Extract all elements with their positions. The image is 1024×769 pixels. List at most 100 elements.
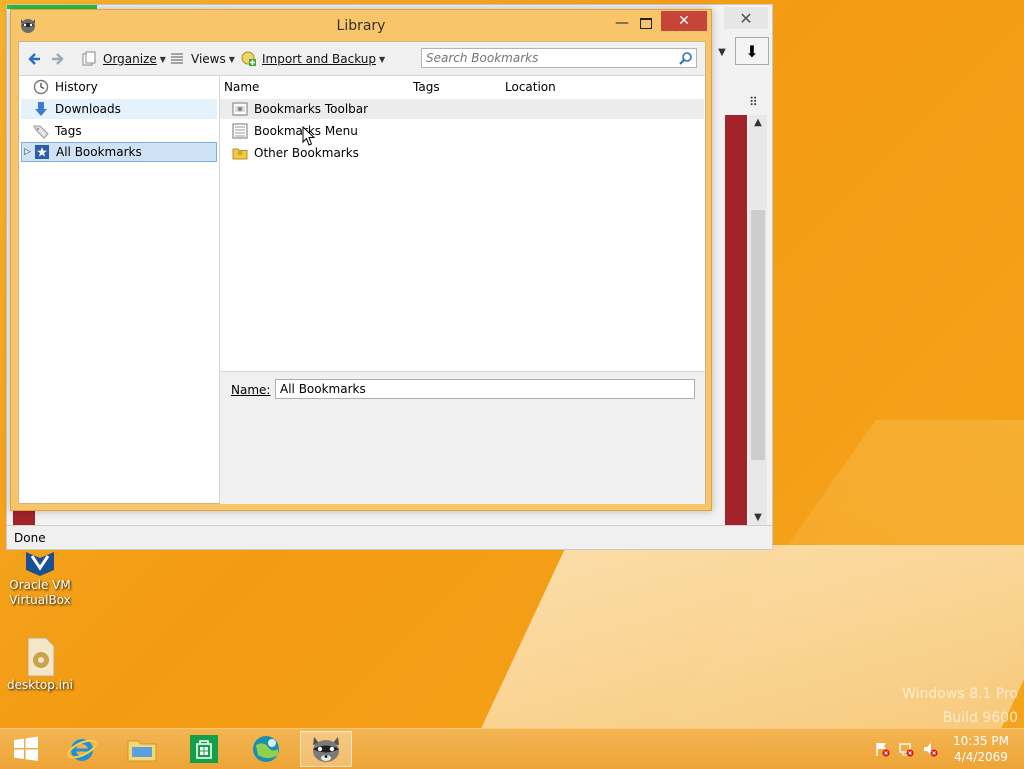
page-content-strip [725,115,747,525]
bookmarks-list: Name Tags Location Bookmarks Toolbar Boo… [220,76,705,504]
browser-menu-dropdown[interactable]: ▼ [711,41,733,63]
dropdown-caret-icon: ▼ [379,54,386,64]
raccoon-browser-icon [313,737,339,762]
mouse-cursor-icon [302,126,316,146]
sidebar-item-tags[interactable]: Tags [21,121,217,141]
sidebar-item-label: Tags [55,124,82,138]
close-icon: ✕ [739,8,753,28]
minimize-button[interactable]: — [611,14,633,32]
sidebar-item-downloads[interactable]: Downloads [21,99,217,119]
expand-triangle-icon[interactable]: ▷ [24,147,31,157]
os-build-watermark: Build 9600 [942,710,1018,726]
toolbar-folder-icon [232,101,248,117]
tag-icon [33,123,49,139]
column-header-tags[interactable]: Tags [413,80,440,94]
organize-menu-button[interactable]: Organize ▼ [81,49,166,69]
virtualbox-icon [26,552,54,576]
list-view-icon [171,53,183,64]
desktop-icon-label: Oracle VM VirtualBox [9,578,71,607]
status-bar: Done [7,525,772,549]
import-backup-icon [241,51,256,66]
library-sidebar: History Downloads Tags ▷ All Bookmarks [19,76,220,503]
back-button[interactable] [27,49,41,69]
downloads-button[interactable]: ⬇ [735,37,769,65]
dropdown-caret-icon: ▼ [159,54,166,64]
desktop-icon-desktop-ini[interactable]: desktop.ini [0,636,80,693]
store-icon [190,735,218,763]
library-window: Library — ✕ Organize ▼ Views ▼ Import and … [10,9,712,511]
network-icon[interactable] [896,739,916,759]
sidebar-item-label: All Bookmarks [56,145,142,159]
clock-icon [33,79,49,95]
close-button[interactable]: ✕ [661,11,707,31]
scrollbar-thumb[interactable] [751,210,765,460]
list-item-label: Other Bookmarks [254,146,359,160]
details-pane: Name: [220,371,705,504]
scroll-down-icon[interactable]: ▼ [749,512,767,523]
taskbar: 10:35 PM 4/4/2069 [0,728,1024,769]
settings-file-icon [27,637,55,677]
list-item-other-bookmarks[interactable]: Other Bookmarks [220,143,704,163]
system-clock[interactable]: 10:35 PM 4/4/2069 [944,733,1018,765]
search-box[interactable] [421,48,697,68]
scroll-up-icon[interactable]: ▲ [749,117,767,128]
title-bar[interactable]: Library — ✕ [11,10,711,40]
globe-app-icon [253,736,279,762]
page-scrollbar[interactable]: ▲ ▼ [749,115,767,525]
column-headers: Name Tags Location [220,76,705,98]
back-arrow-icon [28,53,40,65]
column-header-name[interactable]: Name [224,80,259,94]
internet-explorer-icon [67,739,97,761]
taskbar-browser-active[interactable] [300,731,352,767]
volume-muted-icon[interactable] [920,739,940,759]
minimize-icon: — [615,15,629,31]
sidebar-item-all-bookmarks[interactable]: ▷ All Bookmarks [21,142,217,162]
wallpaper-shape [473,545,1024,745]
bookmarks-star-icon [34,144,50,160]
forward-button[interactable] [51,49,65,69]
action-center-flag-icon[interactable] [872,739,892,759]
column-header-location[interactable]: Location [505,80,556,94]
views-menu-button[interactable]: Views ▼ [169,49,235,69]
start-button[interactable] [0,731,52,767]
list-item-bookmarks-menu[interactable]: Bookmarks Menu [220,121,704,141]
grid-icon[interactable]: ⠿ [749,95,758,109]
sidebar-item-label: Downloads [55,102,121,116]
list-item-label: Bookmarks Toolbar [254,102,369,116]
search-input[interactable] [422,49,678,67]
name-field[interactable] [275,379,695,399]
window-title: Library [336,18,386,34]
clock-time: 10:35 PM [953,734,1009,748]
menu-folder-icon [232,123,248,139]
status-text: Done [14,530,46,545]
browser-close-button[interactable]: ✕ [724,7,768,29]
download-arrow-icon [33,101,49,117]
forward-arrow-icon [52,53,64,65]
close-icon: ✕ [678,13,690,29]
import-backup-menu-button[interactable]: Import and Backup ▼ [240,49,385,69]
taskbar-file-explorer[interactable] [116,731,168,767]
list-item-bookmarks-toolbar[interactable]: Bookmarks Toolbar [220,99,704,119]
taskbar-store[interactable] [178,731,230,767]
desktop-icon-virtualbox[interactable]: Oracle VM VirtualBox [0,548,80,608]
organize-label: Organize [103,52,157,66]
library-toolbar: Organize ▼ Views ▼ Import and Backup ▼ [19,42,705,76]
taskbar-internet-explorer[interactable] [56,731,108,767]
folder-icon [232,145,248,161]
maximize-icon [640,17,652,29]
windows-logo-icon [14,736,38,761]
desktop-icon-label: desktop.ini [7,678,73,692]
dropdown-caret-icon: ▼ [228,54,235,64]
taskbar-app-globe[interactable] [240,731,292,767]
import-backup-label: Import and Backup [262,52,377,66]
folder-icon [127,740,157,762]
download-arrow-icon: ⬇ [745,41,759,61]
views-label: Views [191,52,226,66]
os-watermark: Windows 8.1 Pro [902,686,1018,702]
sidebar-item-history[interactable]: History [21,77,217,97]
sidebar-item-label: History [55,80,98,94]
search-icon[interactable] [679,51,693,65]
clock-date: 4/4/2069 [954,750,1008,764]
maximize-button[interactable] [635,14,657,32]
chevron-down-icon: ▼ [718,46,726,58]
